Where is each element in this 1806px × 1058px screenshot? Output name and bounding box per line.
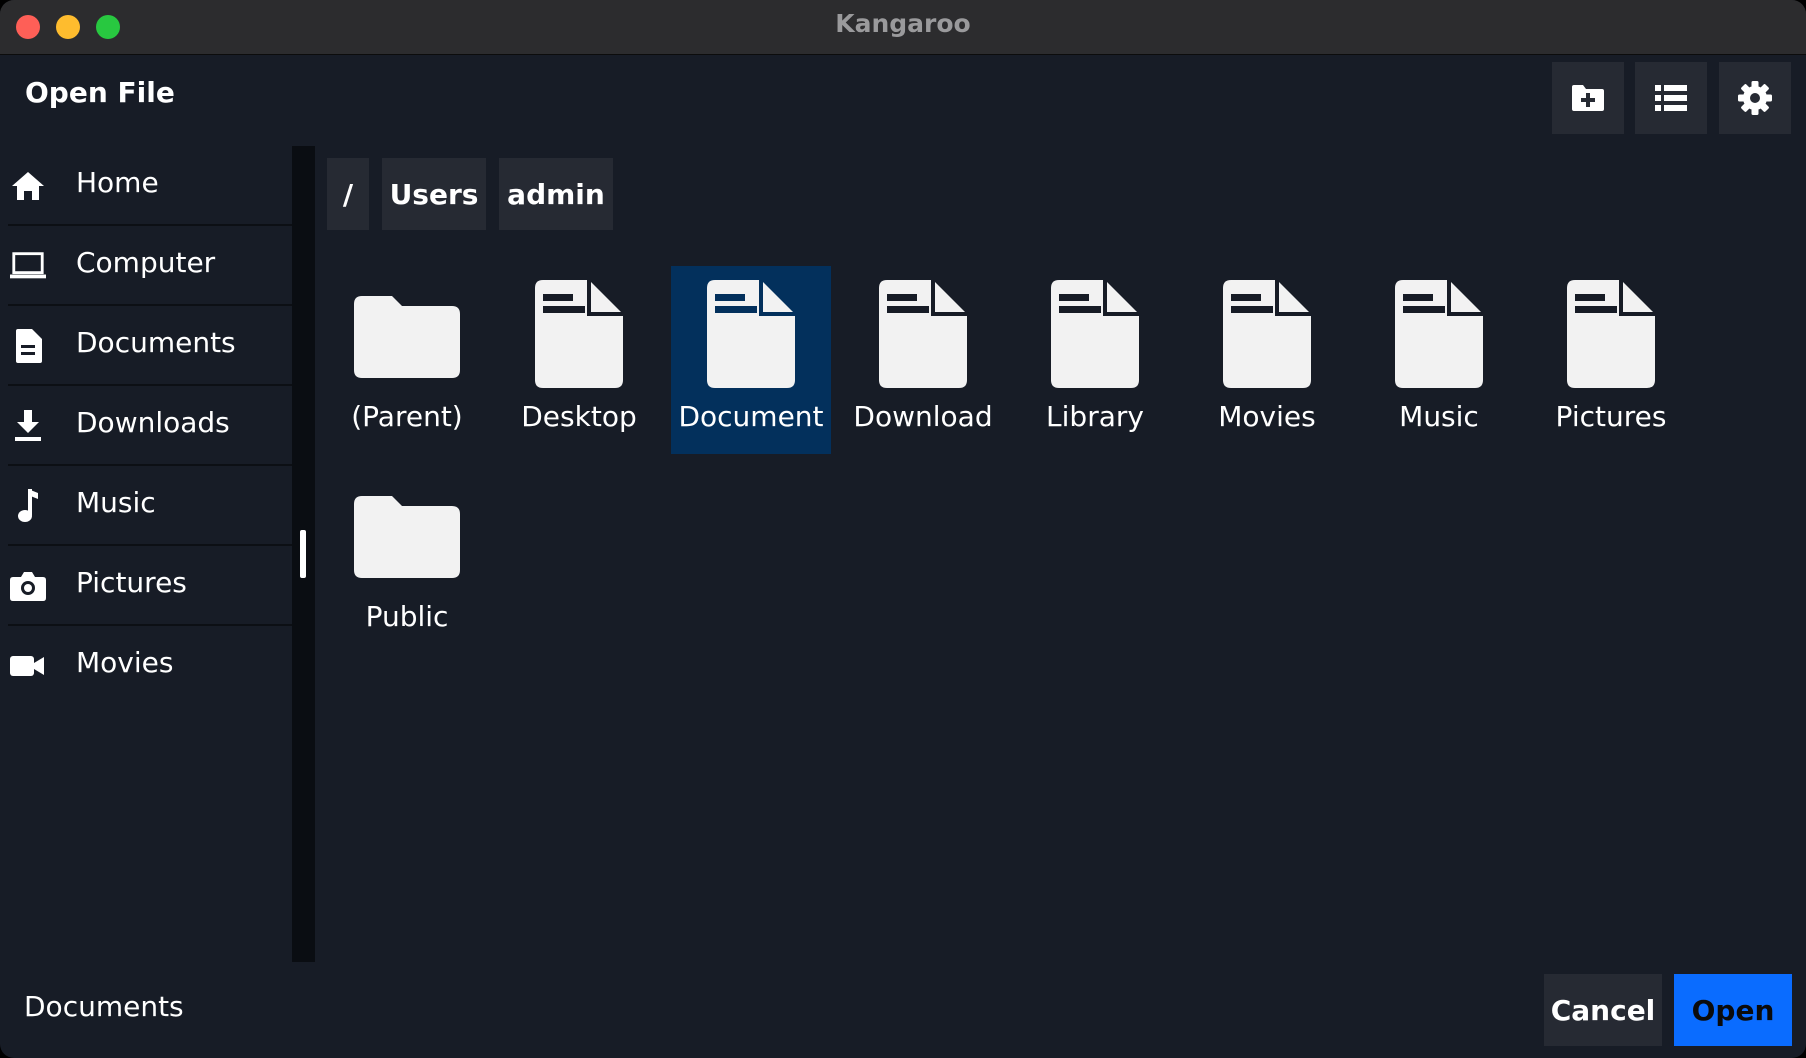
cancel-button[interactable]: Cancel	[1544, 974, 1662, 1046]
sidebar-item-label: Documents	[76, 326, 236, 359]
sidebar-item-label: Home	[76, 166, 159, 199]
sidebar-item-home[interactable]: Home	[8, 146, 292, 226]
document-icon	[10, 328, 46, 364]
sidebar-item-label: Music	[76, 486, 156, 519]
file-icon	[1015, 274, 1175, 394]
file-item-label: Movies	[1218, 400, 1316, 433]
sidebar-item-computer[interactable]: Computer	[8, 226, 292, 306]
sidebar-item-downloads[interactable]: Downloads	[8, 386, 292, 466]
file-item-label: Pictures	[1555, 400, 1667, 433]
window-title: Kangaroo	[835, 9, 971, 38]
sidebar-item-label: Downloads	[76, 406, 230, 439]
folder-icon	[327, 274, 487, 394]
new-folder-icon	[1572, 85, 1604, 111]
folder-icon	[327, 474, 487, 594]
sidebar-scroll-thumb[interactable]	[300, 530, 306, 578]
sidebar-item-label: Computer	[76, 246, 216, 279]
file-item-document[interactable]: Document	[671, 266, 831, 454]
music-note-icon	[10, 488, 46, 524]
file-icon	[499, 274, 659, 394]
file-item-label: Library	[1046, 400, 1144, 433]
file-item-label: Desktop	[521, 400, 637, 433]
file-item-label: Music	[1399, 400, 1479, 433]
download-icon	[10, 408, 46, 444]
breadcrumb-users[interactable]: Users	[382, 158, 486, 230]
list-view-icon	[1655, 85, 1687, 111]
home-icon	[10, 168, 46, 204]
gear-icon	[1738, 81, 1772, 115]
sidebar-item-movies[interactable]: Movies	[8, 626, 292, 704]
file-item-movies[interactable]: Movies	[1187, 266, 1347, 454]
file-icon	[843, 274, 1003, 394]
new-folder-button[interactable]	[1552, 62, 1624, 134]
sidebar: Home Computer Documents Downloads Music	[0, 146, 292, 704]
file-item-parent[interactable]: (Parent)	[327, 266, 487, 454]
file-item-pictures[interactable]: Pictures	[1531, 266, 1691, 454]
title-bar: Kangaroo	[0, 0, 1806, 55]
settings-button[interactable]	[1719, 62, 1791, 134]
video-camera-icon	[10, 648, 46, 684]
laptop-icon	[10, 248, 46, 284]
file-item-desktop[interactable]: Desktop	[499, 266, 659, 454]
file-icon	[671, 274, 831, 394]
file-item-music[interactable]: Music	[1359, 266, 1519, 454]
file-dialog-window: Kangaroo Open File Home Computer Documen…	[0, 0, 1806, 1058]
file-item-label: (Parent)	[351, 400, 463, 433]
dialog-title: Open File	[25, 76, 175, 109]
file-item-label: Document	[678, 400, 824, 433]
current-folder-label: Documents	[24, 990, 184, 1023]
sidebar-item-label: Pictures	[76, 566, 187, 599]
file-icon	[1187, 274, 1347, 394]
file-item-public[interactable]: Public	[327, 466, 487, 654]
file-item-label: Public	[365, 600, 449, 633]
sidebar-item-documents[interactable]: Documents	[8, 306, 292, 386]
sidebar-item-pictures[interactable]: Pictures	[8, 546, 292, 626]
camera-icon	[10, 568, 46, 604]
breadcrumb-root[interactable]: /	[327, 158, 369, 230]
file-item-library[interactable]: Library	[1015, 266, 1175, 454]
open-button[interactable]: Open	[1674, 974, 1792, 1046]
file-icon	[1531, 274, 1691, 394]
file-item-download[interactable]: Download	[843, 266, 1003, 454]
file-icon	[1359, 274, 1519, 394]
sidebar-item-label: Movies	[76, 646, 174, 679]
breadcrumb-admin[interactable]: admin	[499, 158, 613, 230]
list-view-button[interactable]	[1635, 62, 1707, 134]
sidebar-item-music[interactable]: Music	[8, 466, 292, 546]
file-item-label: Download	[853, 400, 993, 433]
